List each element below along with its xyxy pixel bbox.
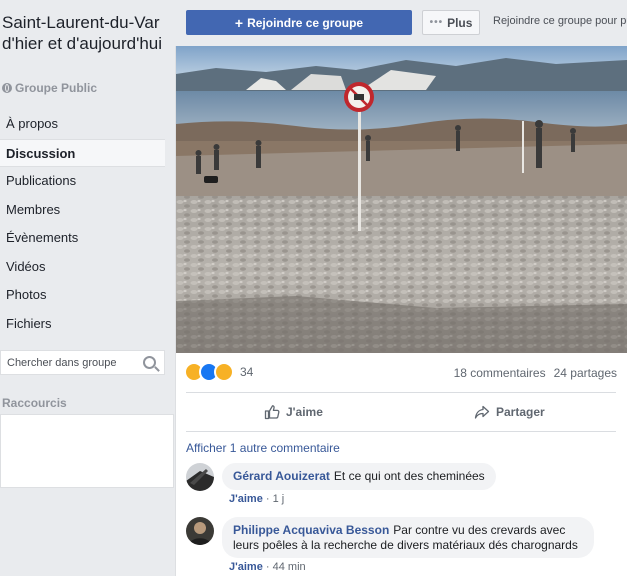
group-nav: À propos Discussion Publications Membres… [0, 110, 165, 338]
post-action-bar: J'aime Partager [186, 392, 616, 432]
comment-time[interactable]: 44 min [273, 561, 306, 573]
shares-count-link[interactable]: 24 partages [554, 366, 617, 380]
wow-reaction-icon [214, 362, 234, 382]
group-action-bar: + Rejoindre ce groupe ••• Plus Rejoindre… [175, 0, 627, 46]
reaction-count: 34 [240, 365, 254, 379]
group-privacy-label: Groupe Public [15, 81, 98, 95]
join-group-label: Rejoindre ce groupe [247, 15, 364, 30]
comment-text: Et ce qui ont des cheminées [333, 469, 485, 483]
globe-icon [2, 83, 12, 93]
more-label: Plus [447, 15, 473, 30]
group-title[interactable]: Saint-Laurent-du-Var d'hier et d'aujourd… [2, 12, 170, 54]
nav-item-publications[interactable]: Publications [0, 167, 165, 196]
comment-time[interactable]: 1 j [273, 493, 285, 505]
show-more-comments-link[interactable]: Afficher 1 autre commentaire [186, 441, 340, 455]
like-label: J'aime [286, 405, 323, 419]
reaction-summary[interactable]: 34 [184, 362, 253, 382]
comments-count-link[interactable]: 18 commentaires [454, 366, 546, 380]
nav-item-evenements[interactable]: Évènements [0, 224, 165, 253]
post-stats: 18 commentaires 24 partages [454, 366, 617, 380]
comment-meta: J'aime · 1 j [229, 493, 284, 505]
more-button[interactable]: ••• Plus [422, 10, 480, 35]
share-arrow-icon [474, 405, 490, 419]
comment-item: Philippe Acquaviva Besson Par contre vu d… [186, 517, 616, 576]
nav-item-fichiers[interactable]: Fichiers [0, 310, 165, 339]
separator-dot: · [265, 561, 273, 573]
comment-bubble: Philippe Acquaviva Besson Par contre vu d… [222, 517, 594, 558]
dots-icon: ••• [429, 17, 444, 28]
comment-like-link[interactable]: J'aime [229, 561, 263, 573]
group-privacy: Groupe Public [2, 81, 97, 95]
beach-photo-image [176, 46, 627, 353]
join-group-button[interactable]: + Rejoindre ce groupe [186, 10, 412, 35]
separator-dot: · [265, 493, 273, 505]
search-icon[interactable] [143, 356, 156, 369]
nav-item-discussion[interactable]: Discussion [0, 138, 165, 167]
shortcuts-panel [0, 414, 174, 488]
join-hint: Rejoindre ce groupe pour publier [493, 15, 627, 27]
share-button[interactable]: Partager [474, 393, 545, 431]
plus-icon: + [234, 14, 244, 31]
comment-author[interactable]: Gérard Aouizerat [233, 469, 330, 483]
avatar[interactable] [186, 517, 214, 545]
thumbs-up-icon [264, 405, 280, 420]
nav-item-a-propos[interactable]: À propos [0, 110, 165, 139]
share-label: Partager [496, 405, 545, 419]
group-search-input[interactable]: Chercher dans groupe [0, 350, 165, 375]
comment-item: Gérard Aouizerat Et ce qui ont des chemin… [186, 463, 616, 509]
comment-meta: J'aime · 44 min [229, 561, 306, 573]
like-button[interactable]: J'aime [264, 393, 323, 431]
avatar[interactable] [186, 463, 214, 491]
sidebar: Saint-Laurent-du-Var d'hier et d'aujourd… [0, 0, 175, 576]
comment-bubble: Gérard Aouizerat Et ce qui ont des chemin… [222, 463, 496, 490]
nav-item-videos[interactable]: Vidéos [0, 253, 165, 282]
shortcuts-title: Raccourcis [2, 396, 67, 410]
nav-item-membres[interactable]: Membres [0, 196, 165, 225]
post-card: 34 18 commentaires 24 partages J'aime Pa… [175, 46, 627, 576]
comment-author[interactable]: Philippe Acquaviva Besson [233, 523, 389, 537]
post-photo[interactable] [176, 46, 627, 353]
nav-item-photos[interactable]: Photos [0, 281, 165, 310]
search-placeholder: Chercher dans groupe [7, 357, 117, 369]
comment-like-link[interactable]: J'aime [229, 493, 263, 505]
